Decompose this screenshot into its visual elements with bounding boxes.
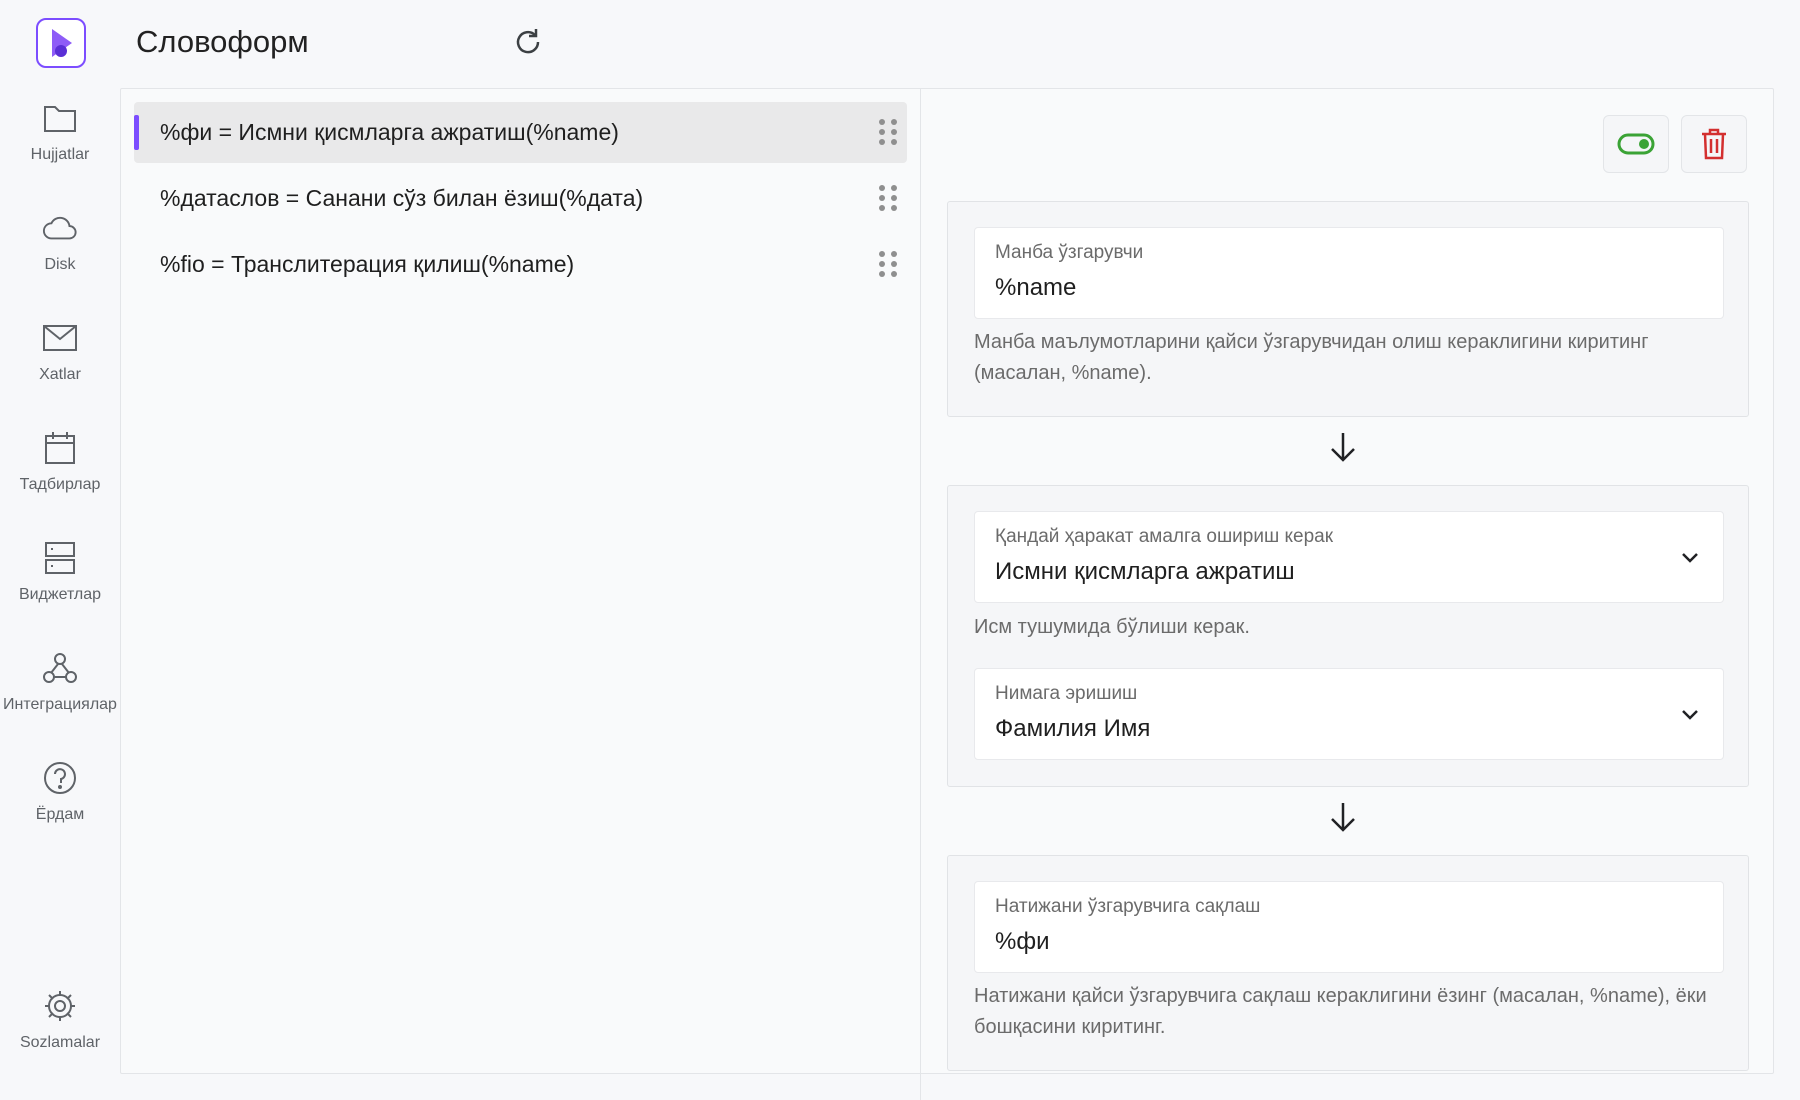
sidebar-item-hujjatlar[interactable]: Hujjatlar	[0, 100, 120, 190]
source-helper-text: Манба маълумотларини қайси ўзгарувчидан …	[974, 331, 1649, 384]
field-label: Манба ўзгарувчи	[995, 242, 1144, 263]
chevron-down-icon	[1682, 710, 1698, 720]
sidebar-item-label: Тадбирлар	[19, 476, 101, 493]
sidebar: Hujjatlar Disk Xatlar Тадбирлар Виджетла…	[0, 0, 120, 1100]
rule-text: %fio = Транслитерация қилиш(%name)	[160, 251, 575, 277]
list-item[interactable]: %fio = Транслитерация қилиш(%name)	[134, 234, 907, 295]
rule-text: %фи = Исмни қисмларга ажратиш(%name)	[160, 119, 619, 145]
result-helper-text: Натижани қайси ўзгарувчига сақлаш керакл…	[974, 985, 1707, 1038]
sidebar-item-label: Disk	[44, 256, 76, 273]
sidebar-item-label: Виджетлар	[18, 586, 102, 603]
cloud-icon	[42, 210, 78, 246]
sidebar-item-xatlar[interactable]: Xatlar	[0, 320, 120, 410]
trash-icon	[1702, 128, 1726, 160]
help-icon	[42, 760, 78, 796]
sidebar-item-label: Sozlamalar	[19, 1034, 101, 1051]
delete-button[interactable]	[1681, 115, 1747, 173]
drag-handle-icon[interactable]	[879, 119, 899, 147]
sidebar-item-yordam[interactable]: Ёрдам	[0, 760, 120, 850]
gear-icon	[42, 988, 78, 1024]
refresh-icon	[516, 29, 540, 54]
pane-divider	[920, 1074, 921, 1100]
action-select[interactable]: Қандай ҳаракат амалга ошириш керак Исмни…	[974, 511, 1724, 603]
chevron-down-icon	[1682, 553, 1698, 563]
arrow-down-icon	[1325, 429, 1361, 465]
source-card: Манба ўзгарувчи %name Манба маълумотлари…	[947, 201, 1749, 417]
arrow-down-icon	[1325, 799, 1361, 835]
logo-icon	[52, 29, 72, 57]
list-item[interactable]: %фи = Исмни қисмларга ажратиш(%name)	[134, 102, 907, 163]
app-logo[interactable]	[36, 18, 86, 68]
sidebar-item-vidjetlar[interactable]: Виджетлар	[0, 540, 120, 630]
app-root: Hujjatlar Disk Xatlar Тадбирлар Виджетла…	[0, 0, 1800, 1100]
field-value: %name	[995, 274, 1077, 301]
sidebar-item-integratsiyalar[interactable]: Интеграциялар	[0, 650, 120, 740]
sidebar-item-sozlamalar[interactable]: Sozlamalar	[0, 988, 120, 1078]
list-item[interactable]: %датаслов = Санани сўз билан ёзиш(%дата)	[134, 168, 907, 229]
result-variable-field[interactable]: Натижани ўзгарувчига сақлаш %фи	[974, 881, 1724, 973]
page-title: Словоформ	[136, 24, 309, 59]
field-label: Қандай ҳаракат амалга ошириш керак	[995, 526, 1334, 547]
enable-toggle-button[interactable]	[1603, 115, 1669, 173]
field-label: Натижани ўзгарувчига сақлаш	[995, 896, 1261, 917]
field-label: Нимага эришиш	[995, 683, 1138, 704]
calendar-icon	[42, 430, 78, 466]
sidebar-item-tadbirlar[interactable]: Тадбирлар	[0, 430, 120, 520]
mail-icon	[42, 320, 78, 356]
field-value: Фамилия Имя	[995, 715, 1151, 742]
rule-editor: Манба ўзгарувчи %name Манба маълумотлари…	[921, 89, 1775, 1075]
field-value: Исмни қисмларга ажратиш	[995, 558, 1295, 585]
result-card: Натижани ўзгарувчига сақлаш %фи Натижани…	[947, 855, 1749, 1071]
toggle-on-icon	[1617, 133, 1655, 155]
action-card: Қандай ҳаракат амалга ошириш керак Исмни…	[947, 485, 1749, 787]
widgets-icon	[42, 540, 78, 576]
sidebar-item-disk[interactable]: Disk	[0, 210, 120, 300]
refresh-button[interactable]	[508, 22, 548, 62]
rules-list: %фи = Исмни қисмларга ажратиш(%name) %да…	[121, 89, 921, 1075]
drag-handle-icon[interactable]	[879, 185, 899, 213]
webhook-icon	[42, 650, 78, 686]
sidebar-item-label: Xatlar	[39, 366, 81, 383]
drag-handle-icon[interactable]	[879, 251, 899, 279]
main-panel: %фи = Исмни қисмларга ажратиш(%name) %да…	[120, 88, 1775, 1075]
field-value: %фи	[995, 928, 1050, 955]
sidebar-item-label: Ёрдам	[35, 806, 85, 823]
source-variable-field[interactable]: Манба ўзгарувчи %name	[974, 227, 1724, 319]
target-select[interactable]: Нимага эришиш Фамилия Имя	[974, 668, 1724, 760]
folder-icon	[42, 100, 78, 136]
sidebar-item-label: Hujjatlar	[30, 146, 90, 163]
rule-text: %датаслов = Санани сўз билан ёзиш(%дата)	[160, 185, 644, 211]
sidebar-item-label: Интеграциялар	[3, 696, 117, 713]
action-helper-text: Исм тушумида бўлиши керак.	[974, 616, 1250, 638]
